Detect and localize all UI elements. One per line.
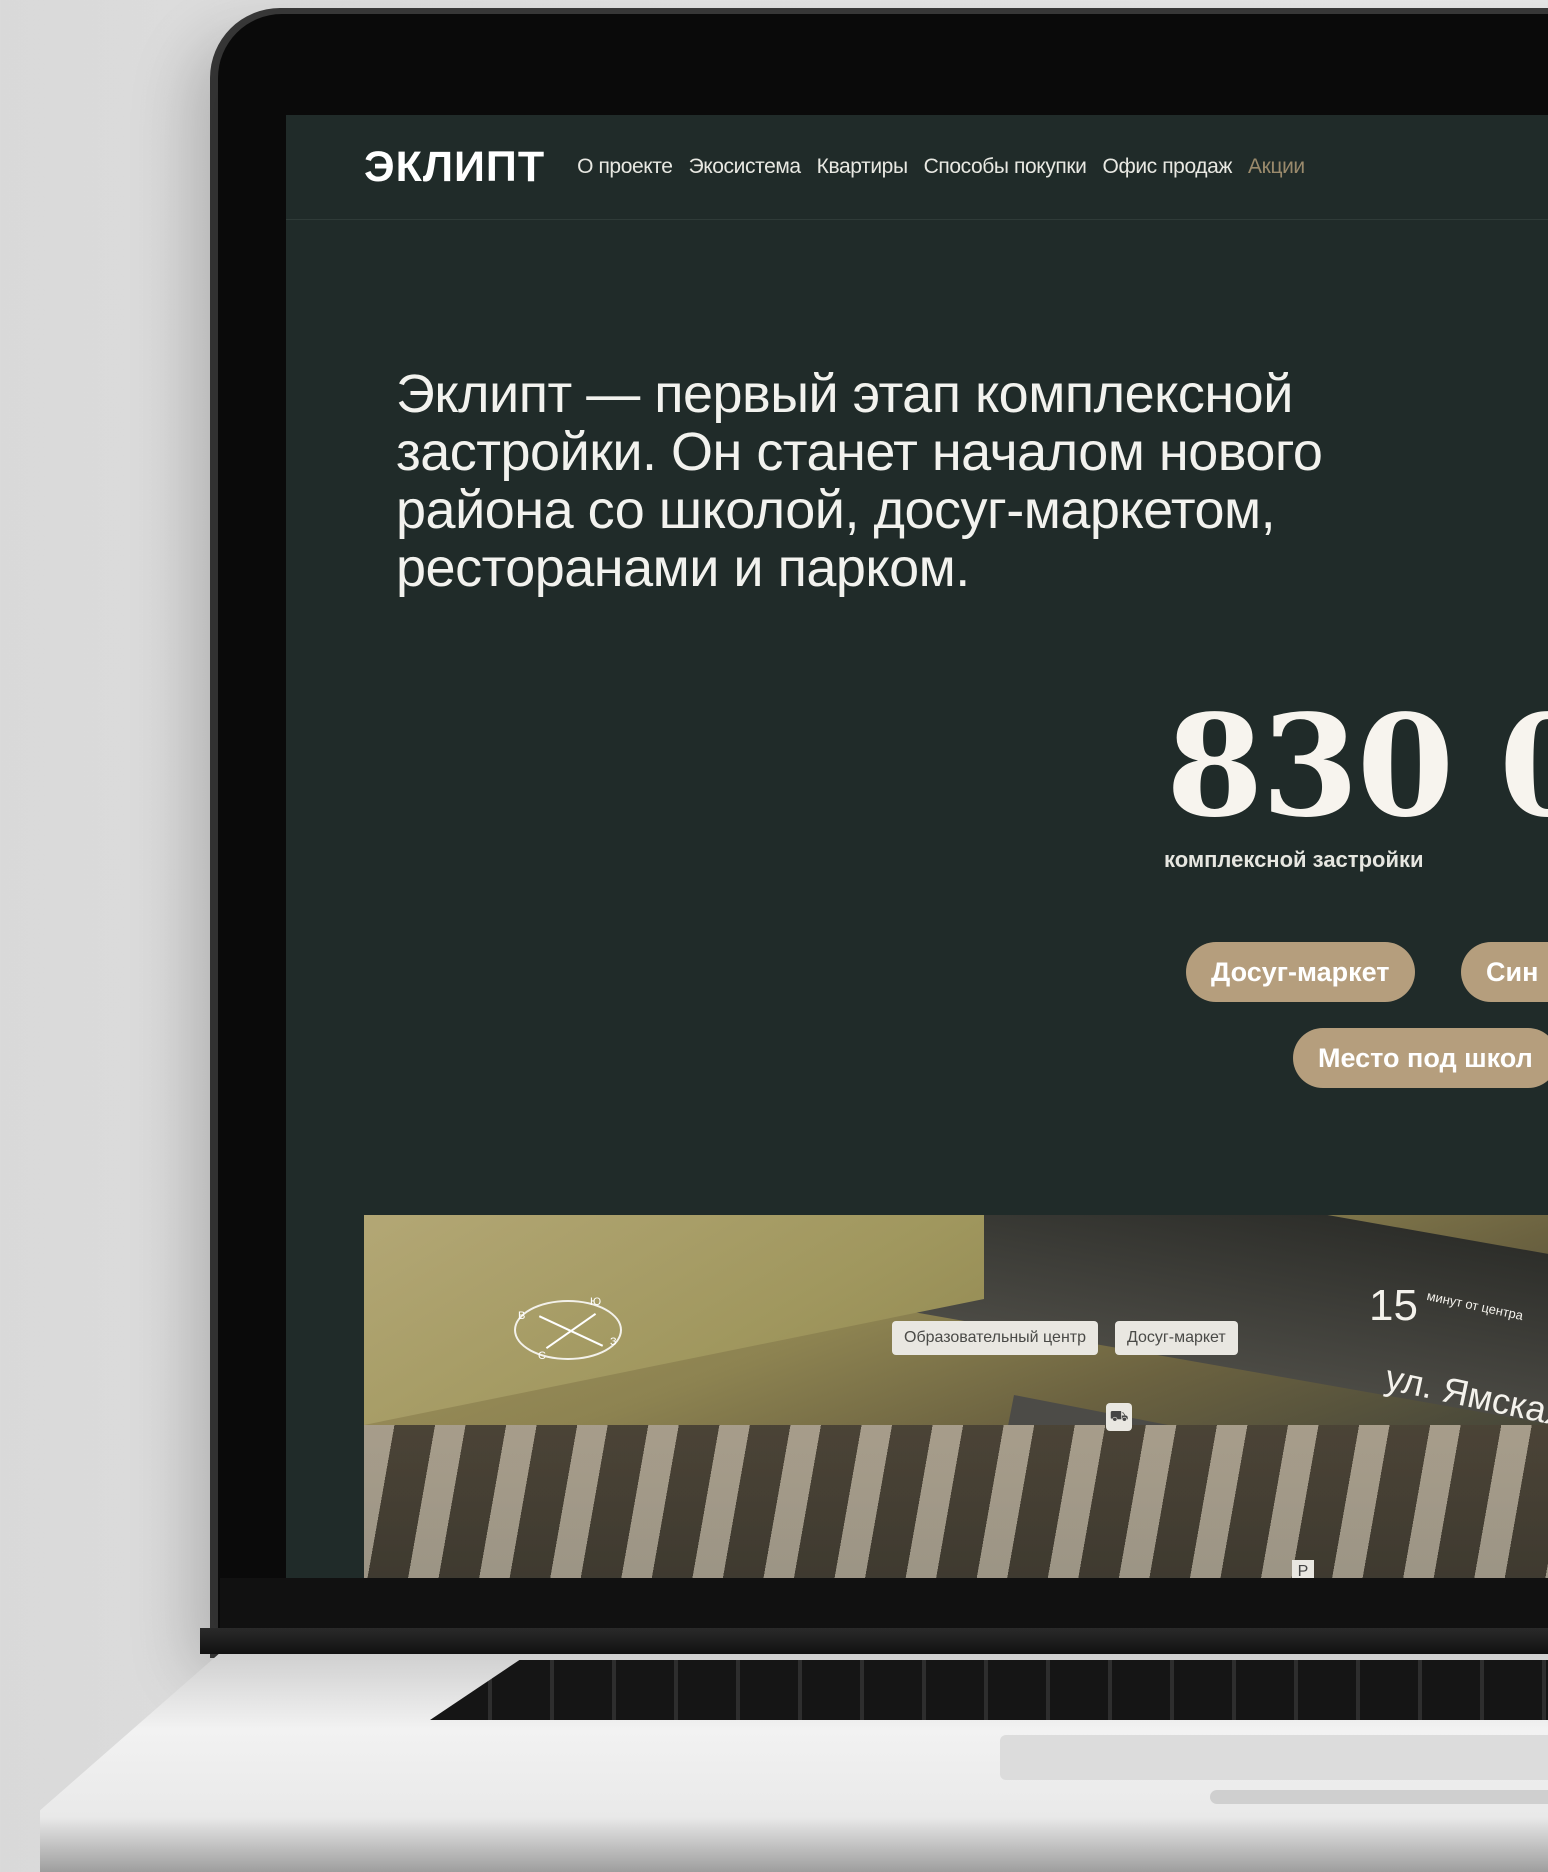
nav-item-purchase-methods[interactable]: Способы покупки — [924, 155, 1087, 179]
compass-label-s: С — [538, 1350, 546, 1362]
map-minutes: 15 — [1369, 1281, 1418, 1330]
compass-icon: Ю В З С — [514, 1296, 622, 1362]
aerial-map-image: Ю В З С Образовательный центр Досуг-марк… — [364, 1215, 1548, 1578]
website-screen: ЭКЛИПТ О проекте Экосистема Квартиры Спо… — [286, 115, 1548, 1578]
laptop-bottom-bezel — [220, 1578, 1548, 1628]
nav-item-apartments[interactable]: Квартиры — [817, 155, 908, 179]
laptop-trackpad — [1000, 1735, 1548, 1780]
big-number-caption: комплексной застройки — [1164, 847, 1424, 872]
field-area — [364, 1215, 984, 1425]
nav-item-ecosystem[interactable]: Экосистема — [689, 155, 802, 179]
hero-text: Эклипт — первый этап комплексной застрой… — [396, 364, 1323, 598]
compass-line-2 — [545, 1312, 597, 1350]
chip-leisure-market[interactable]: Досуг-маркет — [1186, 942, 1415, 1002]
laptop-front-lip — [1210, 1790, 1548, 1804]
nav-item-promotions[interactable]: Акции — [1248, 155, 1305, 179]
laptop-keyboard — [430, 1660, 1548, 1720]
nav-item-sales-office[interactable]: Офис продаж — [1103, 155, 1233, 179]
chip-second[interactable]: Син — [1461, 942, 1548, 1002]
logo[interactable]: ЭКЛИПТ — [364, 143, 545, 192]
bus-icon[interactable]: ⛟ — [1106, 1403, 1132, 1431]
compass-label-n: Ю — [590, 1296, 602, 1308]
nav-item-about[interactable]: О проекте — [577, 155, 673, 179]
site-header: ЭКЛИПТ О проекте Экосистема Квартиры Спо… — [286, 115, 1548, 220]
parking-icon[interactable]: P — [1292, 1560, 1314, 1578]
big-number: 830 00 — [1166, 685, 1548, 849]
houses-area — [364, 1425, 1548, 1578]
compass-label-e: З — [610, 1336, 617, 1348]
map-tag-education-center[interactable]: Образовательный центр — [892, 1321, 1098, 1355]
laptop-hinge — [200, 1628, 1548, 1654]
map-tag-leisure-market[interactable]: Досуг-маркет — [1115, 1321, 1238, 1355]
chip-school-site[interactable]: Место под школ — [1293, 1028, 1548, 1088]
main-nav: О проекте Экосистема Квартиры Способы по… — [577, 155, 1305, 179]
compass-label-w: В — [518, 1310, 526, 1322]
